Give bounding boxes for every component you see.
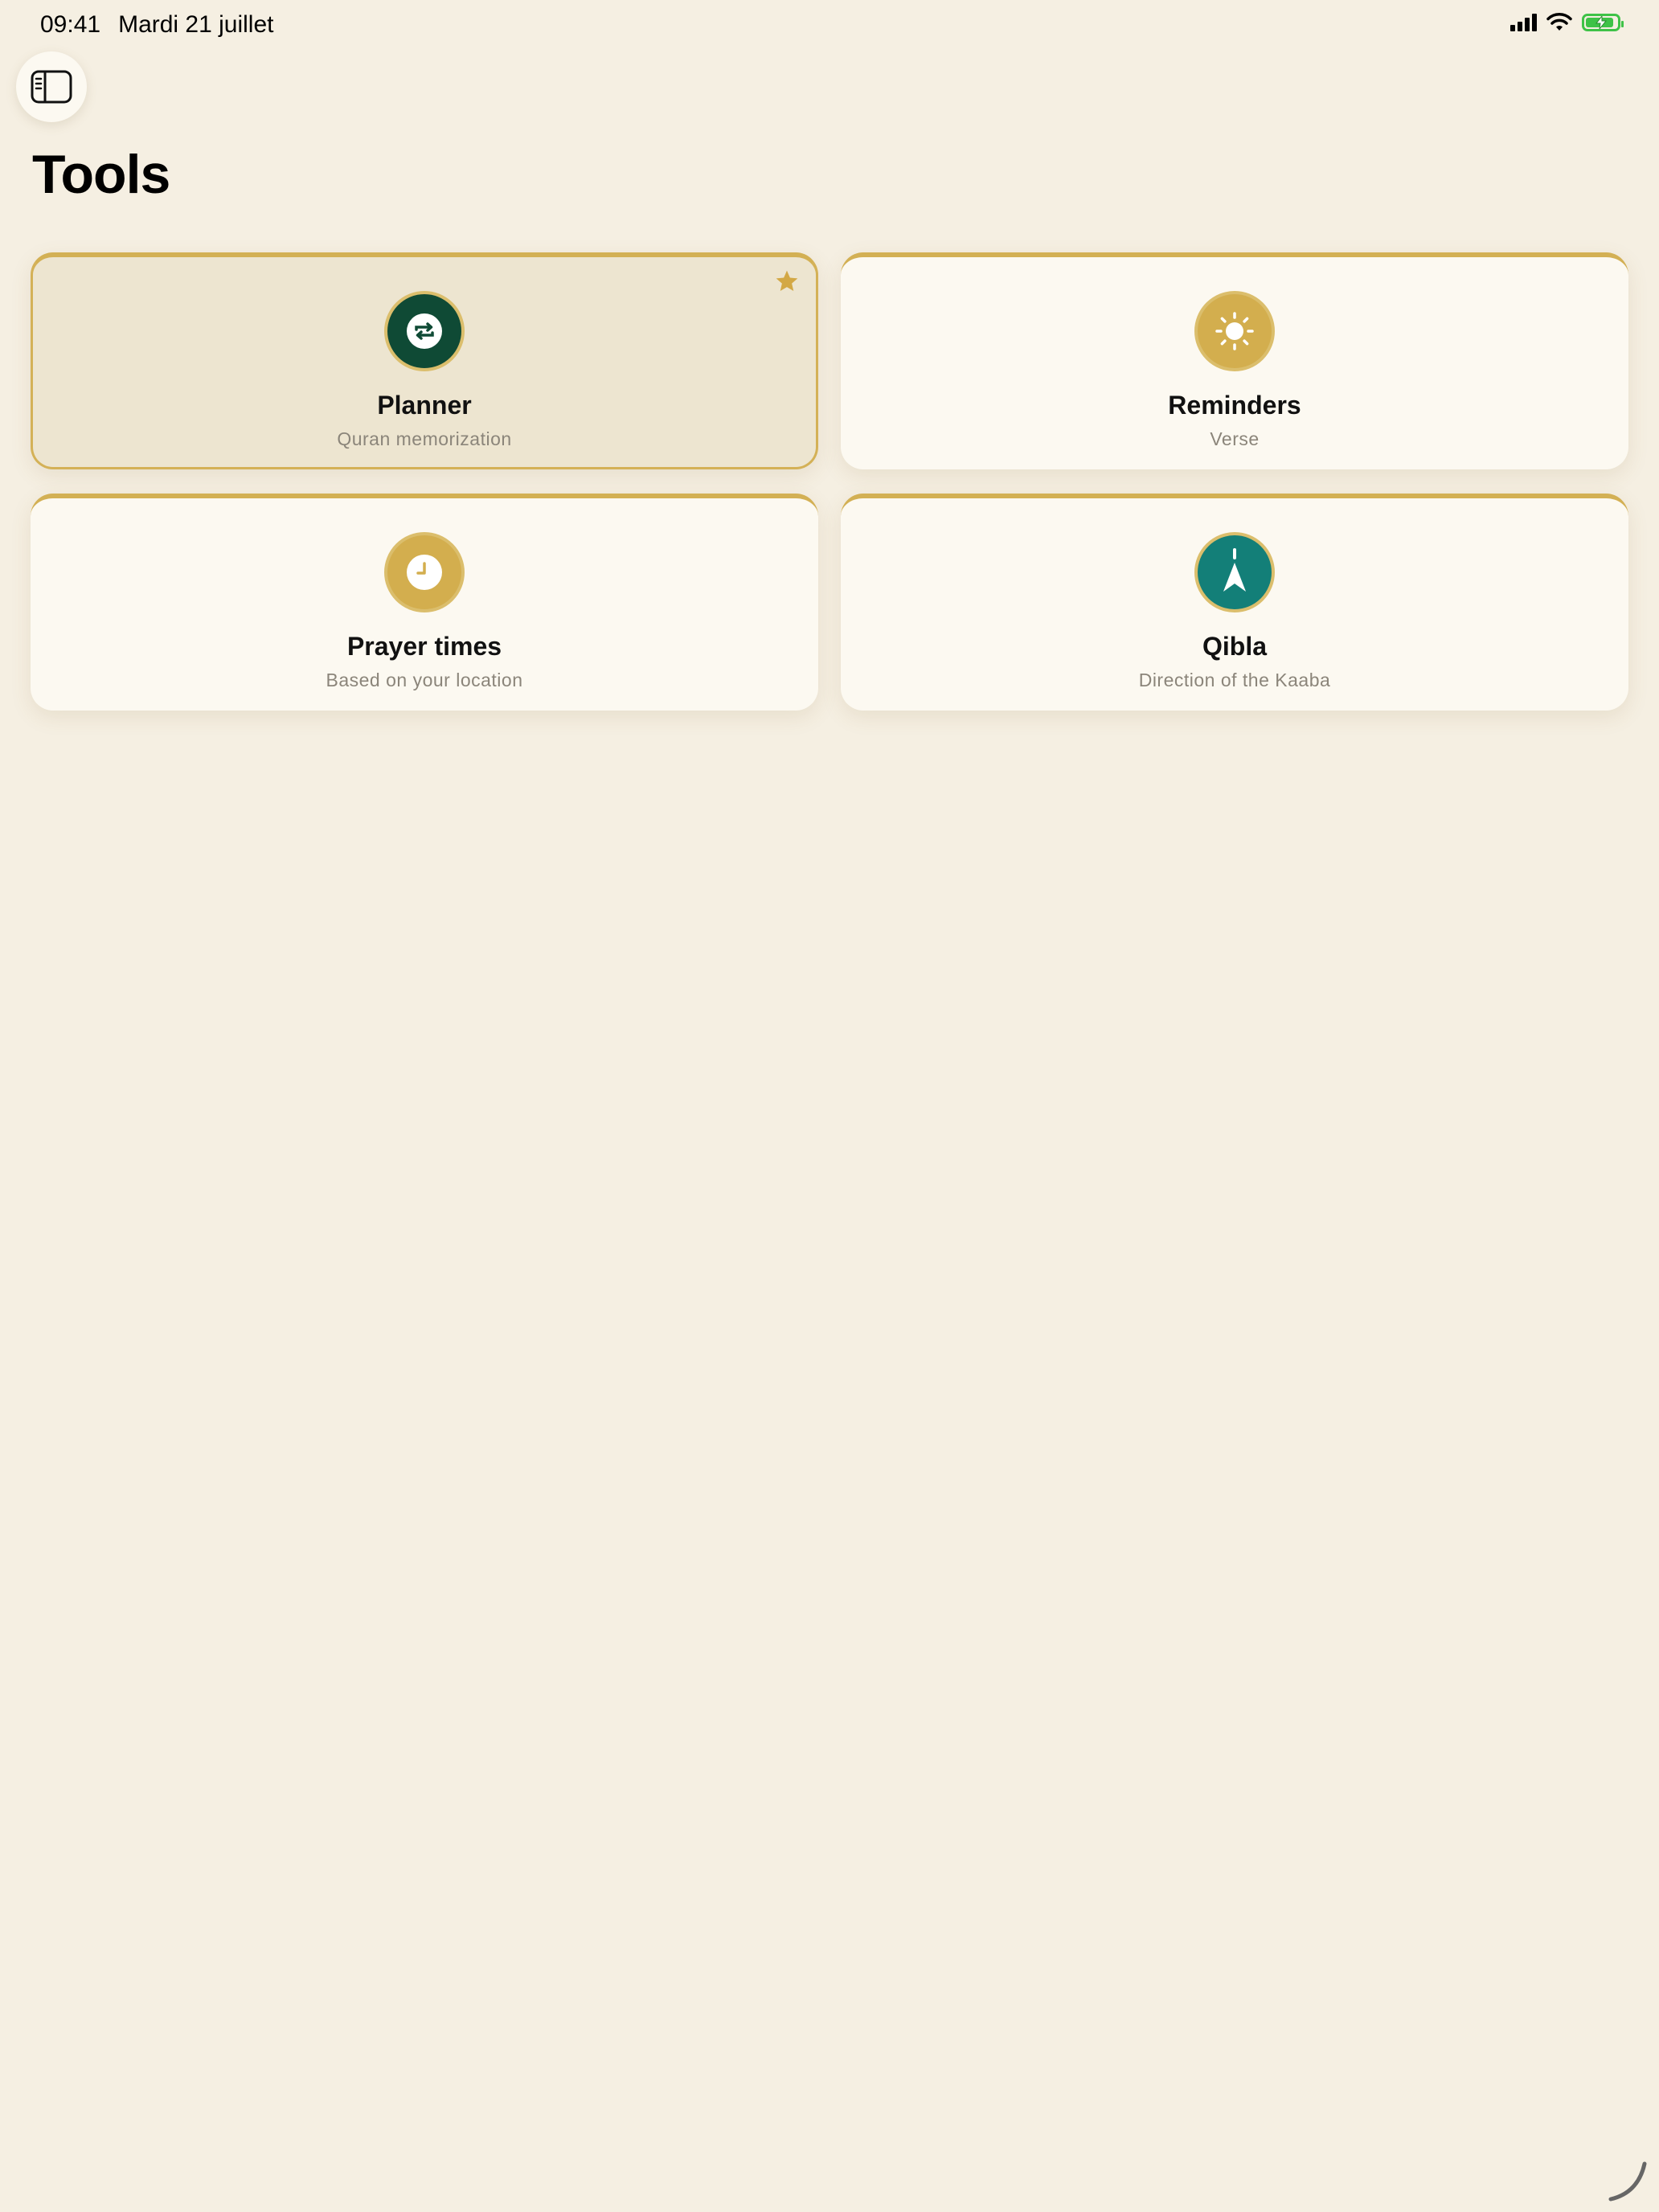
tool-card-planner[interactable]: Planner Quran memorization	[31, 252, 818, 469]
compass-arrow-icon	[1223, 548, 1246, 592]
tool-card-reminders[interactable]: Reminders Verse	[841, 252, 1628, 469]
tool-subtitle: Verse	[1210, 428, 1260, 449]
tool-subtitle: Based on your location	[326, 670, 523, 690]
tool-card-qibla[interactable]: Qibla Direction of the Kaaba	[841, 494, 1628, 711]
battery-charging-icon	[1582, 14, 1624, 31]
planner-icon-circle	[384, 291, 465, 371]
tool-subtitle: Direction of the Kaaba	[1138, 670, 1331, 690]
clock-icon	[407, 555, 442, 590]
repeat-icon	[407, 313, 442, 349]
tool-title: Qibla	[1202, 632, 1267, 661]
wifi-icon	[1546, 13, 1572, 31]
status-time: 09:41	[40, 11, 101, 38]
tool-title: Planner	[377, 391, 472, 420]
tool-title: Reminders	[1168, 391, 1301, 420]
tool-title: Prayer times	[346, 632, 502, 661]
prayer-times-icon-circle	[384, 532, 465, 612]
status-right	[1510, 13, 1624, 32]
resize-handle-icon[interactable]	[1606, 2159, 1651, 2204]
sidebar-icon	[31, 70, 72, 104]
reminders-icon-circle	[1194, 291, 1275, 371]
status-bar: 09:41 Mardi 21 juillet	[0, 0, 1659, 51]
tool-card-prayer-times[interactable]: Prayer times Based on your location	[31, 494, 818, 711]
sidebar-toggle-button[interactable]	[16, 51, 87, 122]
star-icon	[776, 270, 798, 291]
status-left: 09:41 Mardi 21 juillet	[40, 11, 274, 39]
page-title: Tools	[32, 144, 170, 205]
cellular-signal-icon	[1510, 14, 1537, 31]
sun-icon	[1215, 312, 1254, 350]
status-date: Mardi 21 juillet	[118, 11, 274, 38]
qibla-icon-circle	[1194, 532, 1275, 612]
tools-grid: Planner Quran memorization Reminders Ver…	[31, 252, 1628, 711]
tool-subtitle: Quran memorization	[337, 428, 512, 449]
